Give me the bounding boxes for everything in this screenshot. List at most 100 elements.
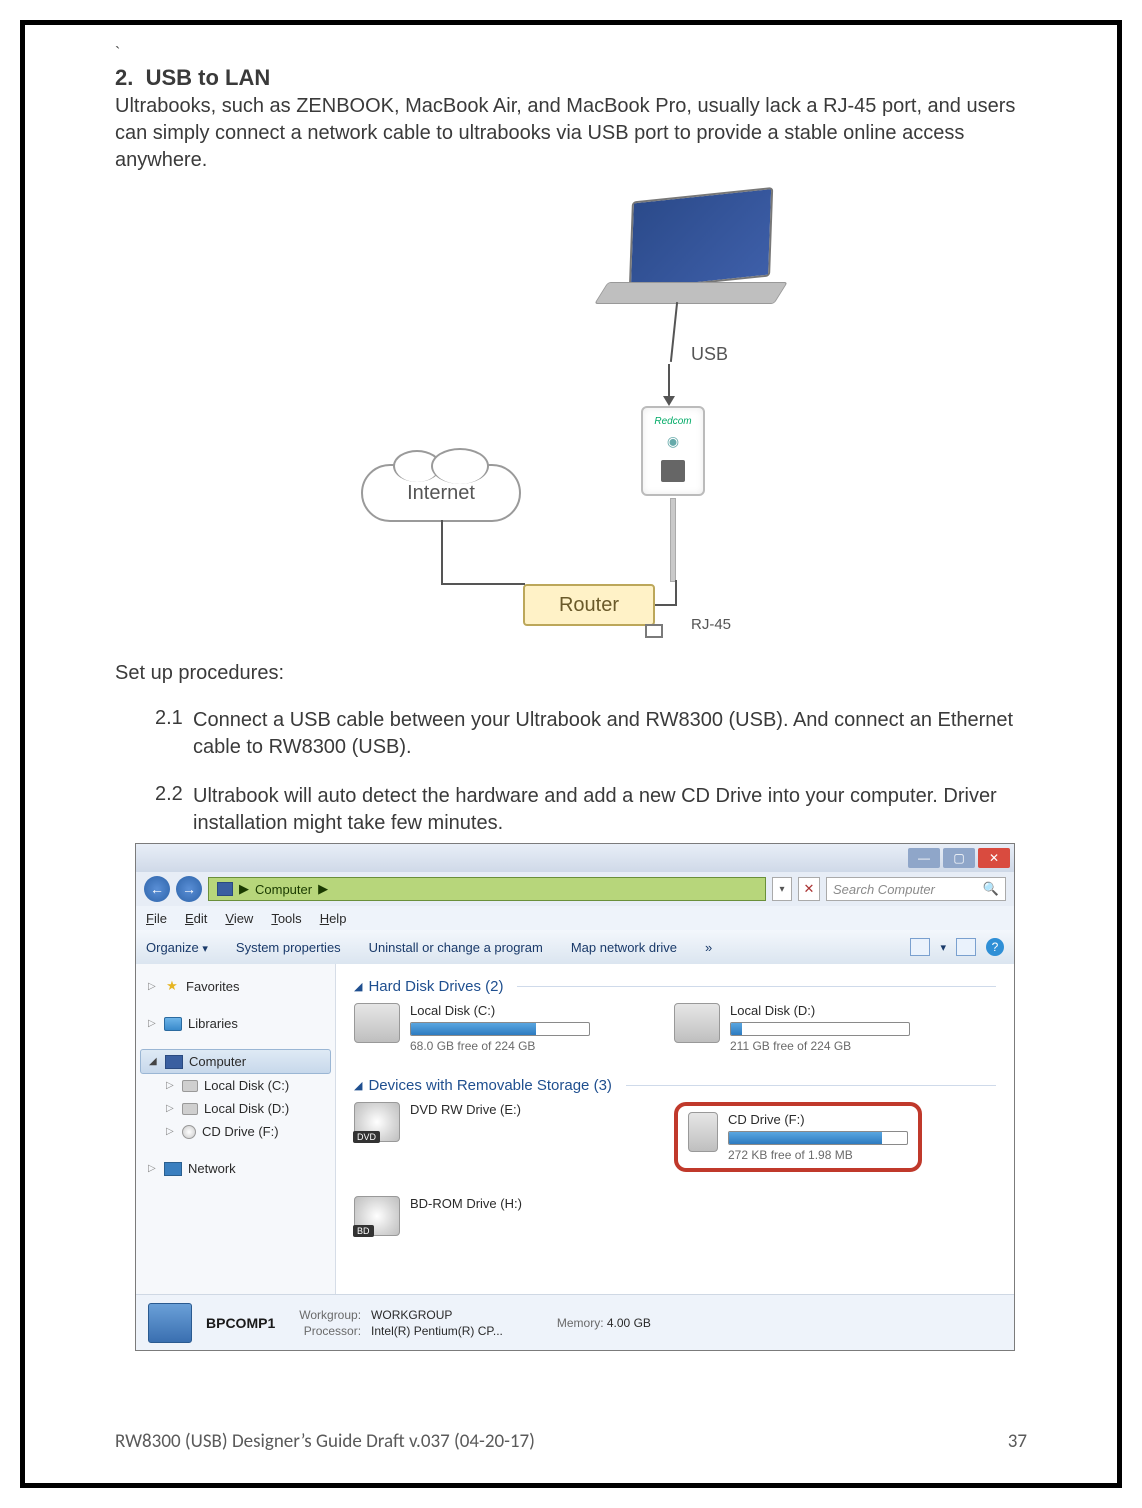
computer-large-icon [148,1303,192,1343]
highlighted-drive: CD Drive (F:) 272 KB free of 1.98 MB [674,1102,922,1172]
group-removable-storage[interactable]: ◢Devices with Removable Storage (3) [354,1077,996,1094]
workgroup-value: WORKGROUP [371,1308,503,1322]
sidebar-local-c[interactable]: ▷ Local Disk (C:) [140,1074,331,1097]
laptop-icon [601,194,801,314]
hard-drive-icon [674,1003,720,1043]
stray-backtick: ` [115,45,1027,63]
sidebar-libraries[interactable]: ▷Libraries [140,1012,331,1035]
search-icon: 🔍 [983,881,999,897]
drive-name: DVD RW Drive (E:) [410,1102,614,1117]
group-hard-disk-drives[interactable]: ◢Hard Disk Drives (2) [354,978,996,995]
sidebar-computer[interactable]: ◢Computer [140,1049,331,1074]
step-number: 2.2 [155,783,193,837]
adapter-brand: Redcom [643,416,703,427]
menu-edit[interactable]: Edit [185,911,207,926]
setup-procedures-label: Set up procedures: [115,662,1027,685]
processor-label: Processor: [299,1324,361,1338]
window-titlebar: — ▢ ✕ [136,844,1014,872]
drive-name: BD-ROM Drive (H:) [410,1196,614,1211]
menu-view[interactable]: View [225,911,253,926]
drive-local-c[interactable]: Local Disk (C:) 68.0 GB free of 224 GB [354,1003,614,1053]
map-drive-button[interactable]: Map network drive [571,940,677,955]
view-options-icon[interactable] [910,938,930,956]
drive-bd-h[interactable]: BD BD-ROM Drive (H:) [354,1196,614,1236]
internet-cloud-icon: Internet [361,464,521,522]
explorer-body: ▷★Favorites ▷Libraries ◢Computer ▷Local … [136,964,1014,1294]
organize-button[interactable]: Organize ▾ [146,940,208,955]
dvd-drive-icon: DVD [354,1102,400,1142]
network-icon [164,1162,182,1176]
divider [517,986,996,987]
breadcrumb-label: Computer [255,882,312,897]
internet-line-h [441,583,525,585]
drive-free: 68.0 GB free of 224 GB [410,1039,614,1053]
search-input[interactable]: Search Computer 🔍 [826,877,1006,901]
status-bar: BPCOMP1 Workgroup: WORKGROUP Processor: … [136,1294,1014,1350]
drive-row: DVD DVD RW Drive (E:) CD Drive (F:) 272 … [354,1102,996,1172]
router-port-icon [645,624,663,638]
search-placeholder: Search Computer [833,882,935,897]
nav-back-button[interactable]: ← [144,876,170,902]
menu-tools[interactable]: Tools [271,911,301,926]
expand-icon: ▷ [148,1018,158,1029]
minimize-button[interactable]: — [908,848,940,868]
collapse-icon: ◢ [354,1079,362,1092]
drive-dvd-e[interactable]: DVD DVD RW Drive (E:) [354,1102,614,1172]
router-connector-line2 [675,580,677,606]
step-text: Connect a USB cable between your Ultrabo… [193,707,1027,761]
expand-icon: ▷ [166,1126,176,1137]
uninstall-button[interactable]: Uninstall or change a program [369,940,543,955]
sidebar-favorites[interactable]: ▷★Favorites [140,974,331,998]
disk-icon [182,1080,198,1092]
workgroup-label: Workgroup: [299,1308,361,1322]
page-number: 37 [1008,1430,1027,1453]
sidebar-local-d[interactable]: ▷Local Disk (D:) [140,1097,331,1120]
router-label: Router [559,594,619,616]
step-row: 2.1 Connect a USB cable between your Ult… [115,707,1027,761]
usb-label: USB [691,344,728,365]
status-memory: Memory: 4.00 GB [557,1316,651,1330]
content-pane: ◢Hard Disk Drives (2) Local Disk (C:) 68… [336,964,1014,1294]
status-main: BPCOMP1 [206,1315,275,1331]
navigation-pane: ▷★Favorites ▷Libraries ◢Computer ▷Local … [136,964,336,1294]
sidebar-network[interactable]: ▷Network [140,1157,331,1180]
capacity-bar [728,1131,908,1145]
toolbar-more[interactable]: » [705,940,712,955]
sidebar-item-label: Computer [189,1054,246,1069]
connection-diagram: USB Redcom ◉ RJ-45 Router Internet [321,184,821,634]
section-heading: 2. USB to LAN [115,65,1027,91]
drive-local-d[interactable]: Local Disk (D:) 211 GB free of 224 GB [674,1003,934,1053]
rj45-port-icon [661,460,685,482]
breadcrumb-arrow: ▶ [239,881,249,897]
help-icon[interactable]: ? [986,938,1004,956]
sidebar-item-label: Local Disk (C:) [204,1078,289,1093]
step-text: Ultrabook will auto detect the hardware … [193,783,1027,837]
preview-pane-icon[interactable] [956,938,976,956]
cd-icon [182,1125,196,1139]
drive-free: 211 GB free of 224 GB [730,1039,934,1053]
drive-name: CD Drive (F:) [728,1112,908,1127]
capacity-bar [730,1022,910,1036]
menu-file[interactable]: File [146,911,167,926]
address-dropdown[interactable]: ▾ [772,877,792,901]
sidebar-cd-f[interactable]: ▷CD Drive (F:) [140,1120,331,1143]
page-footer: RW8300 (USB) Designer’s Guide Draft v.03… [115,1430,1027,1453]
address-clear-button[interactable]: ✕ [798,877,820,901]
chevron-down-icon: ▾ [202,943,208,955]
memory-label: Memory: [557,1316,604,1330]
drive-free: 272 KB free of 1.98 MB [728,1148,908,1162]
drive-cd-f[interactable]: CD Drive (F:) 272 KB free of 1.98 MB [688,1112,908,1162]
windows-explorer-window: — ▢ ✕ ← → ▶ Computer ▶ ▾ ✕ Search Comput… [135,843,1015,1351]
system-properties-button[interactable]: System properties [236,940,341,955]
address-bar[interactable]: ▶ Computer ▶ [208,877,766,901]
menu-help[interactable]: Help [320,911,347,926]
footer-left: RW8300 (USB) Designer’s Guide Draft v.03… [115,1430,535,1453]
close-button[interactable]: ✕ [978,848,1010,868]
expand-icon: ▷ [166,1080,176,1091]
drive-row: Local Disk (C:) 68.0 GB free of 224 GB L… [354,1003,996,1053]
chevron-down-icon[interactable]: ▾ [940,941,946,954]
maximize-button[interactable]: ▢ [943,848,975,868]
internet-line-v [441,520,443,584]
nav-forward-button[interactable]: → [176,876,202,902]
processor-value: Intel(R) Pentium(R) CP... [371,1324,503,1338]
